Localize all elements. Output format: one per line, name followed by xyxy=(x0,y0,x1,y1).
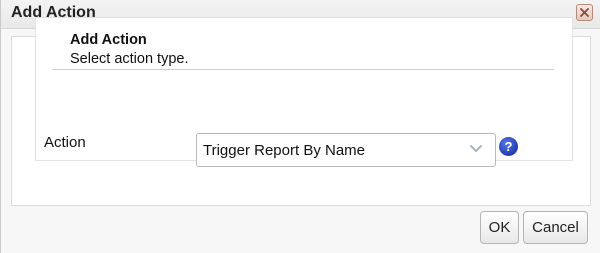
chevron-down-icon xyxy=(470,145,482,152)
add-action-dialog: Add Action Add Action Select action type… xyxy=(0,0,600,253)
close-button[interactable] xyxy=(576,4,593,21)
close-icon xyxy=(580,8,589,17)
action-label: Action xyxy=(44,134,86,151)
help-icon[interactable]: ? xyxy=(499,137,518,156)
panel-title: Add Action xyxy=(70,32,147,48)
ok-button[interactable]: OK xyxy=(480,211,519,244)
panel-subtitle: Select action type. xyxy=(70,51,189,67)
cancel-button[interactable]: Cancel xyxy=(523,211,588,244)
action-select-value: Trigger Report By Name xyxy=(203,142,365,159)
action-select[interactable]: Trigger Report By Name xyxy=(196,133,496,167)
panel-divider xyxy=(52,69,554,70)
